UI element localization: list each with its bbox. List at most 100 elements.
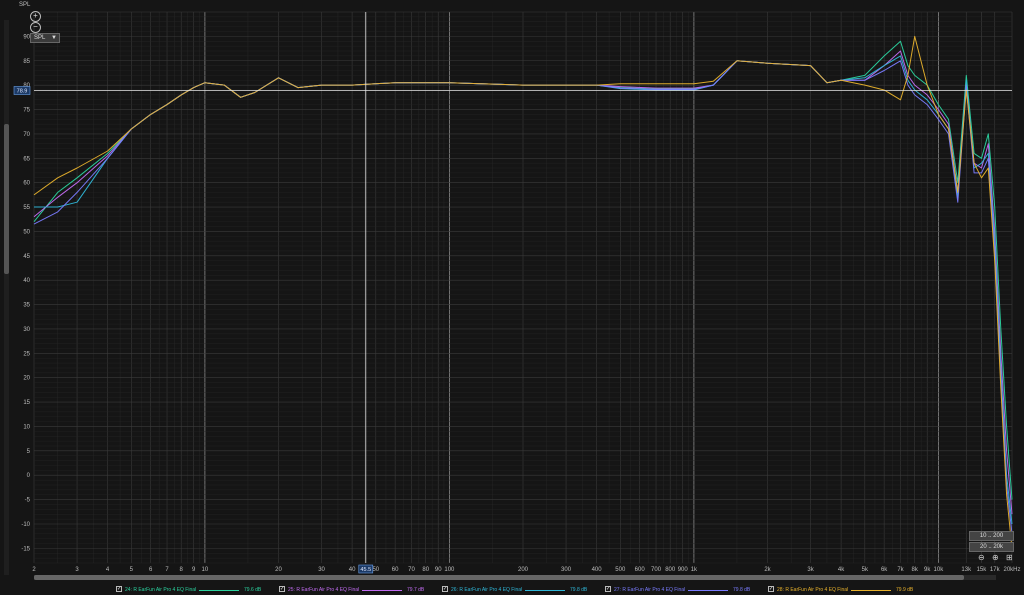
y-tick-label: 0 [27,473,31,479]
chevron-down-icon: ▼ [51,35,57,41]
range-20-20k-button[interactable]: 20 .. 20k [969,542,1014,552]
y-tick-label: 65 [23,156,30,162]
zoom-out-icon[interactable]: − [30,22,41,33]
x-tick-label: 15k [977,567,988,573]
y-tick-label: 60 [23,181,30,187]
x-tick-label: 80 [422,567,429,573]
x-tick-label: 70 [408,567,415,573]
legend-checkbox[interactable]: ✓ [116,586,122,592]
zoom-in-x-icon[interactable]: ⊕ [992,553,999,562]
legend-swatch [362,590,402,591]
x-tick-label: 90 [435,567,442,573]
x-tick-label: 3k [807,567,814,573]
spl-dropdown-label: SPL [34,35,46,41]
x-tick-label: 7k [897,567,904,573]
legend-value: 79.9 dB [896,587,914,593]
y-tick-label: 55 [23,205,30,211]
x-tick-label: 4 [106,567,110,573]
x-tick-label: 100 [444,567,455,573]
y-tick-label: 45 [23,254,30,260]
horizontal-scrollbar[interactable] [34,575,996,580]
x-tick-label: 5k [862,567,869,573]
legend-swatch [199,590,239,591]
x-tick-label: 10 [202,567,209,573]
x-tick-label: 10k [934,567,945,573]
y-tick-label: 40 [23,278,30,284]
y-tick-label: 10 [23,424,30,430]
x-tick-label: 8 [180,567,184,573]
x-tick-label: 400 [592,567,603,573]
y-tick-label: 25 [23,351,30,357]
legend-swatch [688,590,728,591]
x-tick-label: 9k [924,567,931,573]
vertical-scrollbar[interactable] [4,20,9,575]
x-tick-label: 600 [635,567,646,573]
x-tick-label: 6 [149,567,153,573]
x-tick-label: 200 [518,567,529,573]
y-axis-ticks: 908580757065605550454035302520151050-5-1… [21,34,30,552]
x-tick-label: 5 [130,567,134,573]
legend-checkbox[interactable]: ✓ [442,586,448,592]
vertical-scroll-thumb[interactable] [4,124,9,274]
zoom-fit-icon[interactable]: ⊞ [1006,553,1013,562]
x-tick-label: 9 [192,567,196,573]
cursor-level-label: 78.9 [17,89,28,95]
x-tick-label: 40 [349,567,356,573]
x-tick-label: 7 [165,567,169,573]
y-tick-label: 15 [23,400,30,406]
legend-value: 79.6 dB [244,587,262,593]
x-tick-label: 500 [615,567,626,573]
spl-dropdown[interactable]: SPL ▼ [30,33,60,43]
x-tick-label: 800 [665,567,676,573]
x-tick-label: 900 [678,567,689,573]
y-tick-label: 5 [27,449,31,455]
y-tick-label: 75 [23,108,30,114]
legend-checkbox[interactable]: ✓ [605,586,611,592]
legend-series-name: 25: R EarFun Air Pro 4 EQ Final [288,587,360,593]
legend-series-name: 26: R EarFun Air Pro 4 EQ Final [451,587,523,593]
x-tick-label: 60 [392,567,399,573]
y-axis-title: SPL [19,2,31,8]
x-tick-label: 50 [372,567,379,573]
y-tick-label: 70 [23,132,30,138]
frequency-response-plot[interactable]: 908580757065605550454035302520151050-5-1… [0,0,1024,595]
y-tick-label: 85 [23,59,30,65]
y-tick-label: 50 [23,229,30,235]
legend-value: 79.8 dB [733,587,751,593]
x-tick-label: 20 [275,567,282,573]
y-tick-label: -15 [21,546,30,552]
horizontal-scroll-thumb[interactable] [34,575,964,580]
x-tick-label: 2 [32,567,36,573]
x-tick-label: 20kHz [1003,567,1020,573]
zoom-out-x-icon[interactable]: ⊖ [978,553,985,562]
y-tick-label: -10 [21,522,30,528]
y-tick-label: -5 [25,498,31,504]
legend-series-name: 27: R EarFun Air Pro 4 EQ Final [614,587,686,593]
zoom-in-icon[interactable]: + [30,11,41,22]
legend-value: 79.7 dB [407,587,425,593]
x-tick-label: 3 [75,567,79,573]
range-10-200-button[interactable]: 10 .. 200 [969,531,1014,541]
legend-checkbox[interactable]: ✓ [768,586,774,592]
x-tick-label: 13k [961,567,972,573]
legend-series-name: 24: R EarFun Air Pro 4 EQ Final [125,587,197,593]
y-tick-label: 30 [23,327,30,333]
x-tick-label: 1k [691,567,698,573]
legend-value: 79.8 dB [570,587,588,593]
x-tick-label: 700 [651,567,662,573]
x-tick-label: 8k [912,567,919,573]
legend: ✓ 24: R EarFun Air Pro 4 EQ Final 79.6 dB ✓… [116,585,956,595]
legend-checkbox[interactable]: ✓ [279,586,285,592]
x-tick-label: 6k [881,567,888,573]
cursor: 78.9 45.5 [13,12,1012,574]
y-tick-label: 20 [23,376,30,382]
legend-swatch [525,590,565,591]
x-tick-label: 2k [764,567,771,573]
x-axis-ticks: 2 3 4 5 6 7 8 9 10 20 30 40 50 60 70 80 90 100 200 300 400 50… [32,567,1020,573]
legend-swatch [851,590,891,591]
legend-series-name: 28: R EarFun Air Pro 4 EQ Final [777,587,849,593]
x-tick-label: 4k [838,567,845,573]
x-tick-label: 17k [990,567,1001,573]
x-tick-label: 300 [561,567,572,573]
y-tick-label: 35 [23,303,30,309]
